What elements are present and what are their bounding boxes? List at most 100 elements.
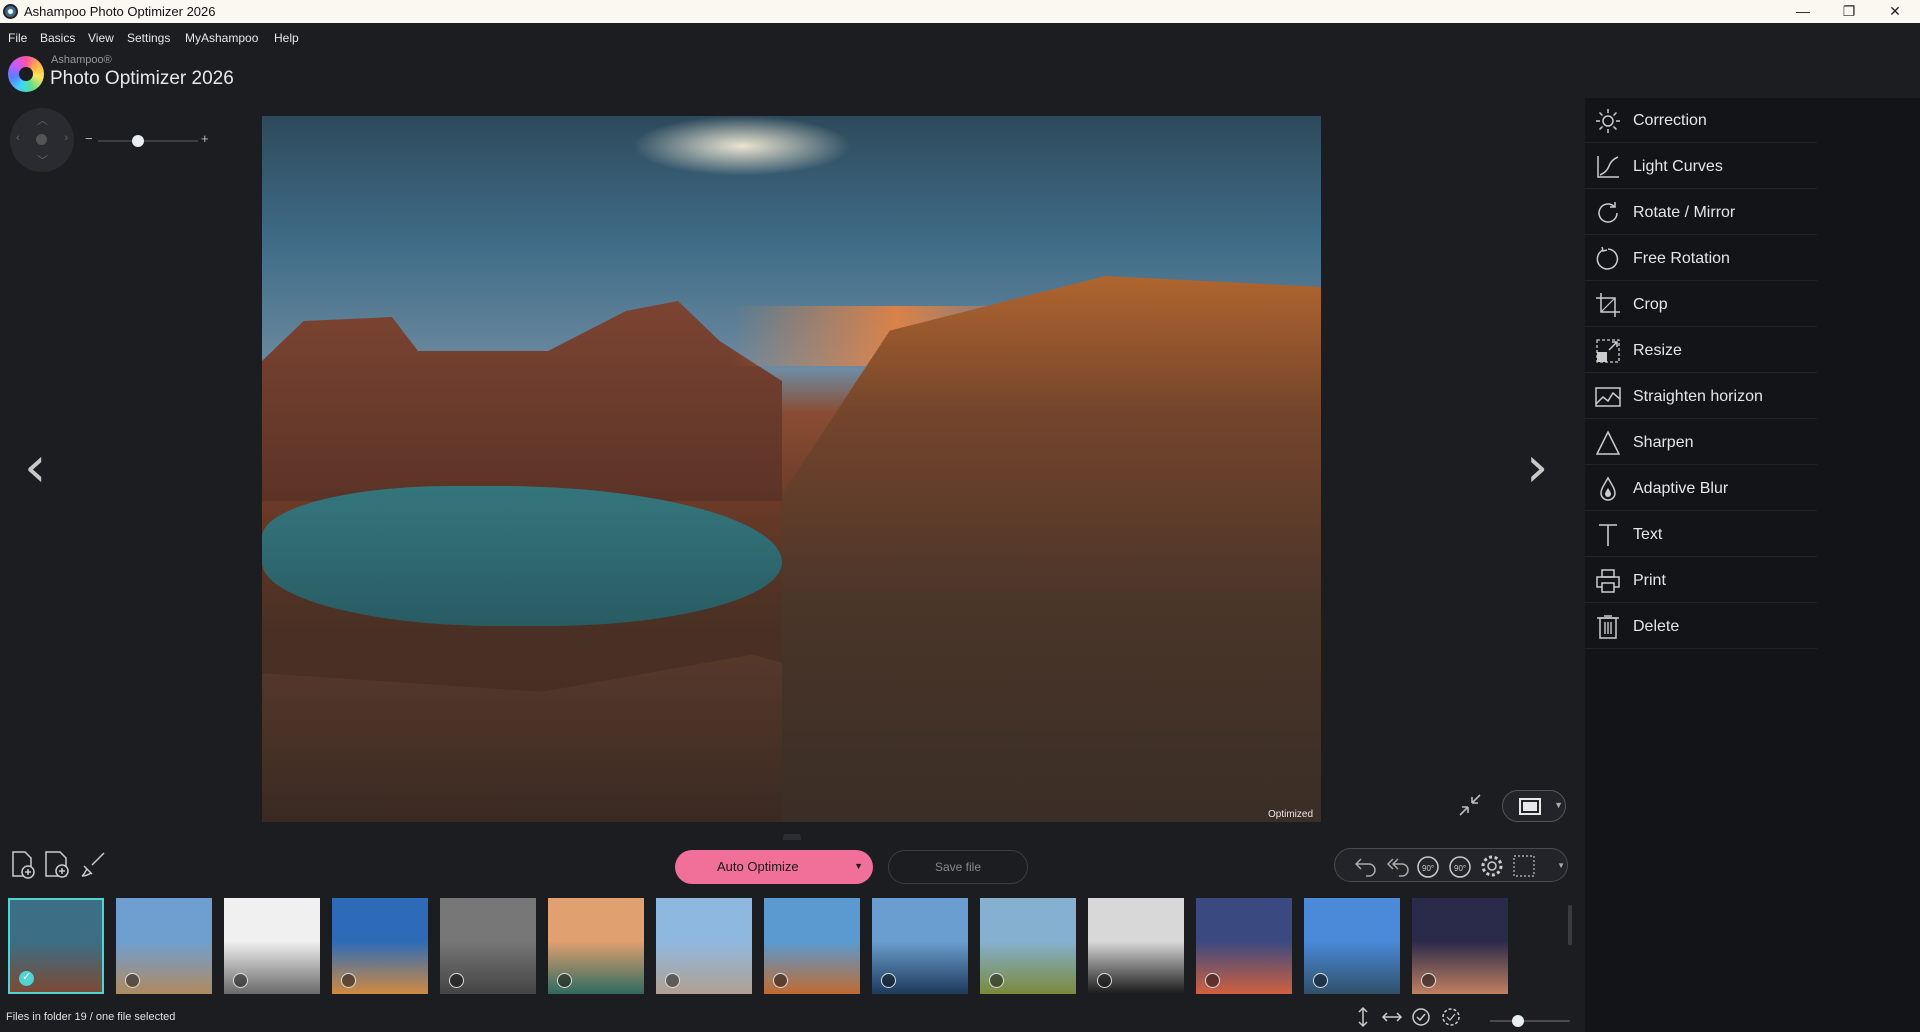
zoom-out-button[interactable]: − xyxy=(85,131,93,146)
main-photo-preview[interactable]: Optimized xyxy=(262,116,1321,822)
view-mode-selector[interactable]: ▼ xyxy=(1502,790,1566,822)
pan-right-icon[interactable]: › xyxy=(64,132,68,144)
thumbnail-select-checkbox[interactable] xyxy=(1097,973,1112,988)
tool-rotate-mirror[interactable]: Rotate / Mirror xyxy=(1585,190,1817,235)
thumbnail-canyon-lake[interactable] xyxy=(8,898,104,994)
menu-bar: File Basics View Settings MyAshampoo Hel… xyxy=(0,23,1920,53)
thumbnail-mountain-harbor[interactable] xyxy=(872,898,968,994)
auto-optimize-label: Auto Optimize xyxy=(717,859,799,874)
pan-up-icon[interactable]: ︿ xyxy=(37,112,48,128)
thumbnail-select-checkbox[interactable] xyxy=(881,973,896,988)
thumbnail-sunset-pier[interactable] xyxy=(1196,898,1292,994)
menu-file[interactable]: File xyxy=(8,31,27,45)
tool-correction[interactable]: Correction xyxy=(1585,98,1817,143)
undo-all-icon[interactable] xyxy=(1385,853,1411,879)
thumbnail-night-city[interactable] xyxy=(1412,898,1508,994)
next-image-button[interactable]: › xyxy=(1526,440,1548,496)
tool-straighten-horizon[interactable]: Straighten horizon xyxy=(1585,374,1817,419)
tool-adaptive-blur[interactable]: Adaptive Blur xyxy=(1585,466,1817,511)
thumbnail-select-checkbox[interactable] xyxy=(989,973,1004,988)
undo-icon[interactable] xyxy=(1353,853,1379,879)
thumbnail-size-track[interactable] xyxy=(1490,1020,1570,1022)
chevron-down-icon[interactable]: ▼ xyxy=(1554,800,1563,810)
pan-down-icon[interactable]: ﹀ xyxy=(37,152,48,168)
thumbnail-select-checkbox[interactable] xyxy=(19,970,34,986)
tool-sharpen[interactable]: Sharpen xyxy=(1585,420,1817,465)
thumbnail-lake-house[interactable] xyxy=(1304,898,1400,994)
thumbnail-select-checkbox[interactable] xyxy=(557,973,572,988)
deselect-icon[interactable] xyxy=(1440,1006,1462,1028)
rotate-right-90-icon[interactable]: 90° xyxy=(1447,853,1473,879)
clear-brush-icon[interactable] xyxy=(78,850,108,880)
close-button[interactable]: ✕ xyxy=(1872,0,1918,23)
tool-resize[interactable]: Resize xyxy=(1585,328,1817,373)
tool-delete[interactable]: Delete xyxy=(1585,604,1817,649)
thumbnail-coastal-village[interactable] xyxy=(116,898,212,994)
selection-icon[interactable] xyxy=(1511,853,1537,879)
menu-view[interactable]: View xyxy=(88,31,114,45)
thumbnail-select-checkbox[interactable] xyxy=(665,973,680,988)
fit-vertical-icon[interactable] xyxy=(1352,1006,1374,1028)
thumbnail-size-knob[interactable] xyxy=(1512,1015,1524,1027)
zoom-in-button[interactable]: + xyxy=(201,131,209,146)
minimize-button[interactable]: — xyxy=(1780,0,1826,23)
photo-lake xyxy=(262,486,782,626)
thumbnail-vintage-truck[interactable] xyxy=(980,898,1076,994)
navigation-pad[interactable]: ︿ ﹀ ‹ › xyxy=(10,108,74,172)
shrink-view-icon[interactable] xyxy=(1456,791,1484,819)
zoom-slider[interactable]: − + xyxy=(85,131,215,147)
thumbnail-colorful-houses[interactable] xyxy=(332,898,428,994)
thumbnail-select-checkbox[interactable] xyxy=(1205,973,1220,988)
edit-actions-group: 90° 90° ▼ xyxy=(1334,848,1568,882)
add-folder-icon[interactable] xyxy=(42,850,72,880)
add-files-icon[interactable] xyxy=(8,850,38,880)
pan-left-icon[interactable]: ‹ xyxy=(16,132,20,144)
photo-sky-glow xyxy=(632,116,852,176)
thumbnail-select-checkbox[interactable] xyxy=(1421,973,1436,988)
previous-image-button[interactable]: ‹ xyxy=(24,440,46,496)
select-all-icon[interactable] xyxy=(1410,1006,1432,1028)
thumbnail-select-checkbox[interactable] xyxy=(341,973,356,988)
chevron-down-icon[interactable]: ▼ xyxy=(1557,861,1565,870)
rotate-icon xyxy=(1598,202,1618,223)
zoom-slider-track[interactable] xyxy=(98,140,198,142)
tool-light-curves[interactable]: Light Curves xyxy=(1585,144,1817,189)
thumbnail-monochrome-alley[interactable] xyxy=(1088,898,1184,994)
rotate-left-90-icon[interactable]: 90° xyxy=(1415,853,1441,879)
logo-product: Photo Optimizer 2026 xyxy=(50,68,234,89)
menu-help[interactable]: Help xyxy=(274,31,299,45)
tool-label: Correction xyxy=(1633,112,1707,129)
thumbnail-monument-valley[interactable] xyxy=(764,898,860,994)
trash-icon xyxy=(1597,615,1619,639)
thumbnail-scrollbar[interactable] xyxy=(1568,905,1572,945)
menu-myashampoo[interactable]: MyAshampoo xyxy=(185,31,258,45)
chevron-down-icon[interactable]: ▼ xyxy=(854,861,863,871)
tool-text[interactable]: Text xyxy=(1585,512,1817,557)
thumbnail-route-66-sign[interactable] xyxy=(440,898,536,994)
menu-settings[interactable]: Settings xyxy=(127,31,170,45)
thumbnail-horseshoe-bend[interactable] xyxy=(548,898,644,994)
thumbnail-foggy-bridge[interactable] xyxy=(224,898,320,994)
thumbnail-select-checkbox[interactable] xyxy=(773,973,788,988)
window-title: Ashampoo Photo Optimizer 2026 xyxy=(24,4,216,19)
thumbnail-select-checkbox[interactable] xyxy=(125,973,140,988)
menu-basics[interactable]: Basics xyxy=(40,31,75,45)
thumbnail-select-checkbox[interactable] xyxy=(1313,973,1328,988)
gear-icon[interactable] xyxy=(1479,853,1505,879)
tool-print[interactable]: Print xyxy=(1585,558,1817,603)
thumbnail-select-checkbox[interactable] xyxy=(233,973,248,988)
thumbnail-size-slider[interactable] xyxy=(1490,1015,1570,1027)
fit-horizontal-icon[interactable] xyxy=(1381,1006,1403,1028)
save-file-button[interactable]: Save file xyxy=(888,850,1028,884)
thumbnail-select-checkbox[interactable] xyxy=(449,973,464,988)
thumbnail-mailboxes[interactable] xyxy=(656,898,752,994)
tool-free-rotation[interactable]: Free Rotation xyxy=(1585,236,1817,281)
tool-crop[interactable]: Crop xyxy=(1585,282,1817,327)
tool-label: Free Rotation xyxy=(1633,250,1730,267)
tool-label: Crop xyxy=(1633,296,1668,313)
auto-optimize-button[interactable]: Auto Optimize ▼ xyxy=(675,850,873,884)
tool-label: Adaptive Blur xyxy=(1633,480,1729,497)
zoom-slider-knob[interactable] xyxy=(132,135,144,147)
restore-button[interactable]: ❐ xyxy=(1826,0,1872,23)
pan-center-icon[interactable] xyxy=(36,134,47,145)
